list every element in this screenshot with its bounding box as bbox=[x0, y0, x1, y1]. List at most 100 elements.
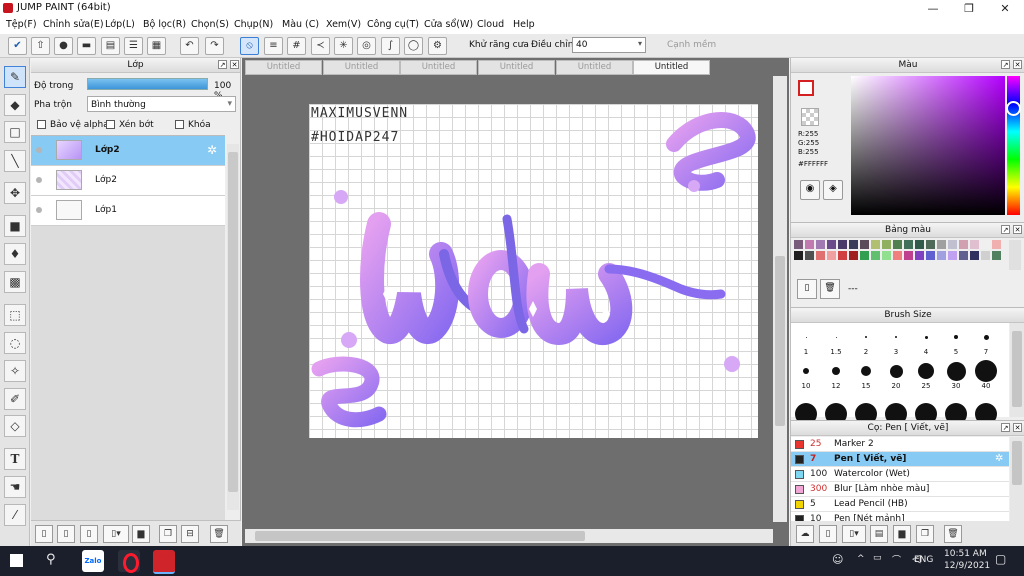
canvas-horizontal-scrollbar[interactable] bbox=[245, 529, 773, 543]
color-swatch[interactable] bbox=[794, 251, 803, 260]
panel-float-icon[interactable]: ↗ bbox=[1001, 60, 1010, 69]
bucket-tool-icon[interactable]: ♦ bbox=[4, 243, 26, 265]
adjust-dropdown[interactable]: 40 ▾ bbox=[572, 37, 646, 53]
menu-edit[interactable]: Chỉnh sửa(E) bbox=[43, 19, 104, 30]
zalo-app-icon[interactable]: Zalo bbox=[82, 550, 104, 572]
move-tool-icon[interactable]: ✥ bbox=[4, 182, 26, 204]
color-swatch[interactable] bbox=[926, 251, 935, 260]
maximize-button[interactable]: ❐ bbox=[952, 0, 986, 17]
color-swatch[interactable] bbox=[959, 251, 968, 260]
color-swatch[interactable] bbox=[794, 240, 803, 249]
scroll-thumb[interactable] bbox=[228, 152, 238, 492]
line-tool-icon[interactable]: ╲ bbox=[4, 150, 26, 172]
color-swatch[interactable] bbox=[860, 240, 869, 249]
panel-close-icon[interactable]: ✕ bbox=[1013, 423, 1022, 432]
menu-window[interactable]: Cửa sổ(W) bbox=[424, 19, 473, 30]
new-brush-icon[interactable]: ▯ bbox=[819, 525, 837, 543]
menu-view[interactable]: Xem(V) bbox=[326, 19, 361, 30]
panel-close-icon[interactable]: ✕ bbox=[1013, 225, 1022, 234]
eraser-tool-icon[interactable]: ◆ bbox=[4, 94, 26, 116]
brush-size-dot[interactable] bbox=[918, 363, 934, 379]
color-swatch[interactable] bbox=[970, 251, 979, 260]
select-pen-icon[interactable]: ✐ bbox=[4, 388, 26, 410]
menu-help[interactable]: Help bbox=[513, 19, 535, 30]
color-swatch[interactable] bbox=[926, 240, 935, 249]
pen-list-item[interactable]: 10 Pen [Nét mảnh] bbox=[791, 512, 1009, 521]
color-swatch[interactable] bbox=[937, 240, 946, 249]
radial-lines-icon[interactable]: ✳ bbox=[334, 37, 353, 55]
brush-size-dot[interactable] bbox=[865, 336, 867, 338]
color-swatch[interactable] bbox=[992, 251, 1001, 260]
search-icon[interactable]: ⚲ bbox=[46, 552, 56, 567]
settings-gear-icon[interactable]: ⚙ bbox=[428, 37, 447, 55]
lasso-select-icon[interactable]: ◌ bbox=[4, 332, 26, 354]
color-swatch[interactable] bbox=[970, 240, 979, 249]
swatch-grid[interactable] bbox=[794, 240, 1006, 270]
color-swatch[interactable] bbox=[882, 251, 891, 260]
new-swatch-icon[interactable]: ▯ bbox=[797, 279, 817, 299]
foreground-color-swatch[interactable] bbox=[798, 80, 814, 96]
clip-checkbox[interactable] bbox=[106, 120, 115, 129]
trash-icon[interactable]: 🗑 bbox=[820, 279, 840, 299]
visibility-icon[interactable] bbox=[36, 147, 42, 153]
duplicate-icon[interactable]: ❐ bbox=[159, 525, 177, 543]
text-tool-icon[interactable]: T bbox=[4, 448, 26, 470]
add-layer-menu-icon[interactable]: ▯▾ bbox=[103, 525, 129, 543]
brush-menu-icon[interactable]: ▯▾ bbox=[842, 525, 866, 543]
rectangle-tool-icon[interactable]: □ bbox=[4, 121, 26, 143]
brush-size-dot[interactable] bbox=[803, 368, 809, 374]
color-swatch[interactable] bbox=[893, 240, 902, 249]
grid-check-icon[interactable]: ▦ bbox=[147, 37, 166, 55]
color-swatch[interactable] bbox=[871, 251, 880, 260]
drawing-canvas[interactable]: MAXIMUSVENN #HOIDAP247 bbox=[309, 104, 758, 438]
tab-untitled[interactable]: Untitled bbox=[400, 60, 477, 75]
trash-icon[interactable]: 🗑 bbox=[210, 525, 228, 543]
pen-list-item[interactable]: 5 Lead Pencil (HB) bbox=[791, 497, 1009, 512]
protect-alpha-checkbox[interactable] bbox=[37, 120, 46, 129]
gradient-tool-icon[interactable]: ▩ bbox=[4, 271, 26, 293]
menu-cloud[interactable]: Cloud bbox=[477, 19, 504, 30]
perspective-icon[interactable]: ≺ bbox=[311, 37, 330, 55]
visibility-icon[interactable] bbox=[36, 207, 42, 213]
color-swatch[interactable] bbox=[871, 240, 880, 249]
menu-color[interactable]: Màu (C) bbox=[282, 19, 319, 30]
language-indicator[interactable]: ENG bbox=[914, 555, 933, 565]
pen-scrollbar[interactable] bbox=[1010, 437, 1024, 521]
color-swatch[interactable] bbox=[816, 251, 825, 260]
color-swatch[interactable] bbox=[981, 240, 990, 249]
scroll-thumb[interactable] bbox=[255, 531, 585, 541]
transparent-color-swatch[interactable] bbox=[801, 108, 819, 126]
pen-list-item[interactable]: 25 Marker 2 bbox=[791, 437, 1009, 452]
lock-checkbox[interactable] bbox=[175, 120, 184, 129]
concentric-circles-icon[interactable]: ◎ bbox=[357, 37, 376, 55]
close-button[interactable]: ✕ bbox=[988, 0, 1022, 17]
export-icon[interactable]: ⇧ bbox=[31, 37, 50, 55]
color-swatch[interactable] bbox=[805, 240, 814, 249]
new-layer-icon[interactable]: ▯ bbox=[35, 525, 53, 543]
brush-size-dot[interactable] bbox=[889, 364, 903, 378]
color-swatch[interactable] bbox=[904, 251, 913, 260]
palette-icon[interactable]: ◉ bbox=[800, 180, 820, 200]
menu-tools[interactable]: Công cụ(T) bbox=[367, 19, 419, 30]
hand-tool-icon[interactable]: ☚ bbox=[4, 476, 26, 498]
color-swatch[interactable] bbox=[849, 240, 858, 249]
hue-handle[interactable] bbox=[1006, 101, 1021, 116]
color-swatch[interactable] bbox=[838, 251, 847, 260]
pen-list-item[interactable]: 7 Pen [ Viết, vẽ] ✲ bbox=[791, 452, 1009, 467]
network-icon[interactable]: ⌒ bbox=[892, 553, 901, 566]
menu-filter[interactable]: Bộ lọc(R) bbox=[143, 19, 186, 30]
tab-untitled[interactable]: Untitled bbox=[323, 60, 400, 75]
brush-size-dot[interactable] bbox=[861, 366, 871, 376]
brush-settings-icon[interactable]: ▤ bbox=[870, 525, 888, 543]
brush-size-dot[interactable] bbox=[895, 336, 897, 338]
brush-size-dot[interactable] bbox=[946, 361, 966, 381]
scroll-thumb[interactable] bbox=[1012, 331, 1022, 407]
clock-time[interactable]: 10:51 AM bbox=[944, 549, 987, 559]
speech-bubble-icon[interactable]: ● bbox=[54, 37, 73, 55]
no-snap-icon[interactable]: ⦸ bbox=[240, 37, 259, 55]
tab-untitled-active[interactable]: Untitled bbox=[633, 60, 710, 75]
notifications-icon[interactable]: ▢ bbox=[995, 552, 1006, 566]
battery-icon[interactable]: ▭ bbox=[873, 553, 882, 563]
brush-size-cells[interactable]: 1 1.5 2 3 4 5 7 10 12 15 20 25 30 40 bbox=[791, 323, 1009, 425]
color-swatch[interactable] bbox=[937, 251, 946, 260]
